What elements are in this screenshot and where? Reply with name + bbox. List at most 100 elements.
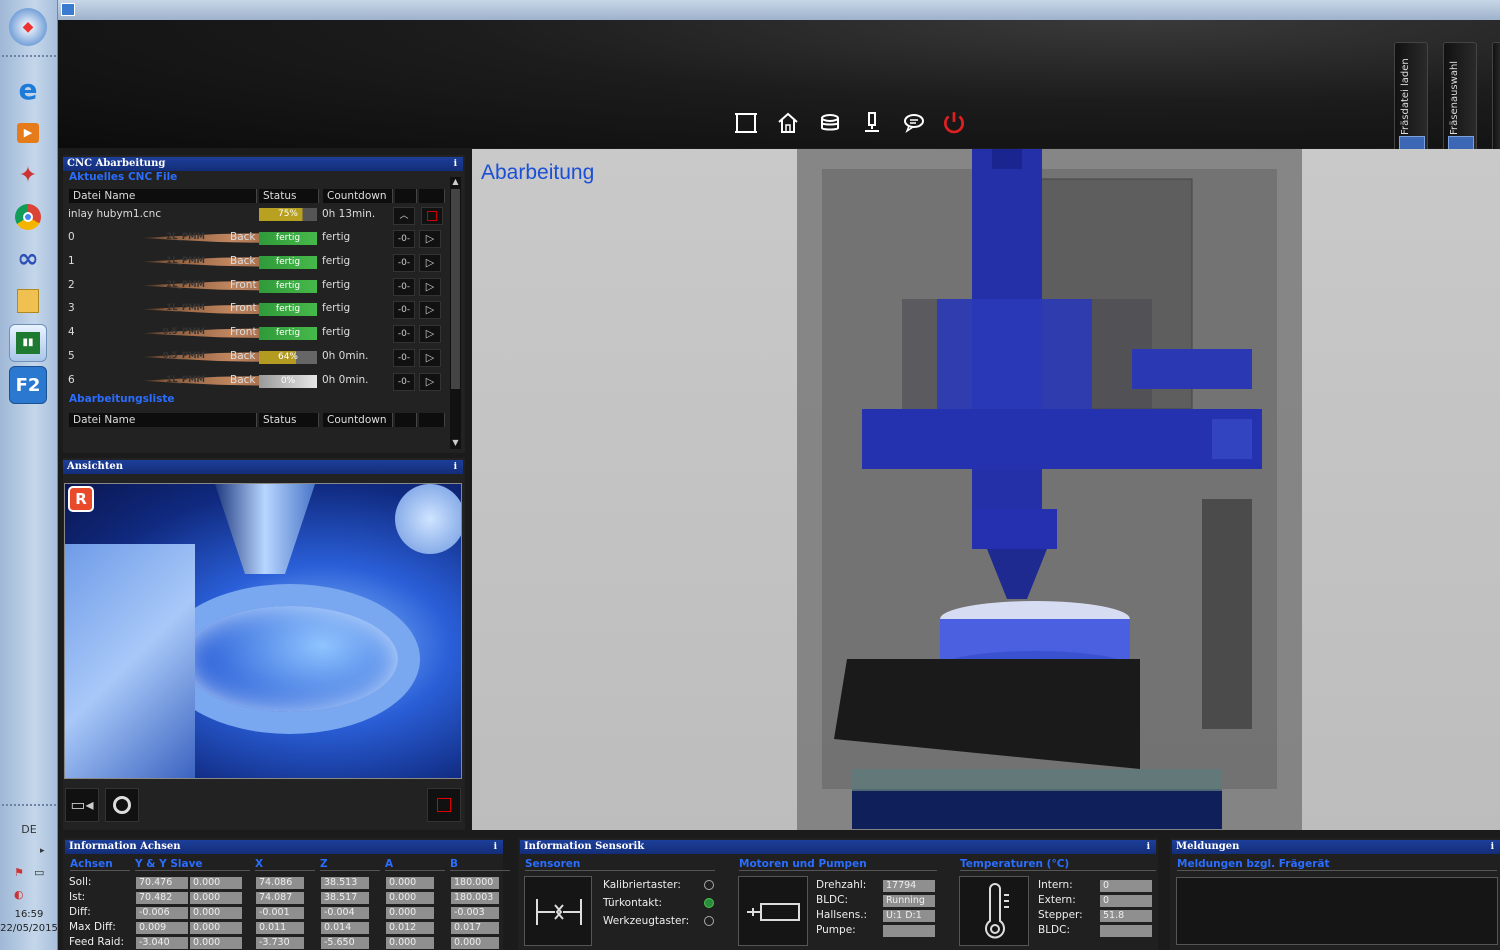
row-play-button[interactable]: ▷ — [419, 349, 441, 367]
temp-value: 0 — [1100, 895, 1152, 907]
tool-name: 1L_PMM — [166, 303, 205, 314]
col-status[interactable]: Status — [259, 189, 319, 203]
sensor-info-icon[interactable]: i — [1147, 840, 1150, 854]
messages-info-icon[interactable]: i — [1491, 840, 1494, 854]
col-countdown[interactable]: Countdown — [323, 189, 393, 203]
load-mill-file-label: Fräsdatei laden — [1400, 58, 1411, 135]
row-index: 4 — [68, 326, 75, 339]
stack-icon[interactable] — [815, 108, 845, 138]
collapse-button[interactable]: ︿ — [393, 207, 415, 225]
cutter-selection-tab[interactable]: Fräsenauswahl — [1443, 42, 1477, 166]
stop-file-button[interactable] — [421, 207, 443, 225]
temp-value: 0 — [1100, 880, 1152, 892]
row-side: Back — [230, 231, 256, 243]
sensor-panel-header: Information Sensorik i — [520, 840, 1156, 854]
media-player-icon[interactable]: ▶ — [9, 114, 47, 152]
f2-app-icon[interactable]: F2 — [9, 366, 47, 404]
current-file-name: inlay hubym1.cnc — [68, 208, 162, 220]
tool-name: 2L_PMM — [166, 279, 205, 290]
row-play-button[interactable]: ▷ — [419, 230, 441, 248]
language-indicator[interactable]: DE — [0, 823, 58, 836]
row-settings-button[interactable]: -0- — [393, 230, 415, 248]
temp-label: BLDC: — [1038, 924, 1071, 936]
volume-tray-icon[interactable]: ◐ — [14, 888, 24, 901]
current-cnc-file-label: Aktuelles CNC File — [69, 171, 178, 183]
row-index: 3 — [68, 302, 75, 315]
taskbar-divider — [2, 55, 56, 61]
tray-expand-icon[interactable]: ▸ — [40, 846, 45, 856]
axis-value: 0.000 — [190, 877, 242, 889]
probe-icon[interactable] — [857, 108, 887, 138]
power-icon[interactable] — [939, 108, 969, 138]
extra-side-tab[interactable] — [1492, 42, 1500, 166]
satellite-app-icon[interactable]: ✦ — [9, 156, 47, 194]
sensors-label: Sensoren — [525, 858, 715, 871]
row-settings-button[interactable]: -0- — [393, 349, 415, 367]
cnc-panel-header: CNC Abarbeitung i — [63, 157, 463, 171]
axis-value: 0.017 — [451, 922, 499, 934]
row-status: fertig — [259, 303, 317, 317]
tool-name: 1L_PMM — [166, 255, 205, 266]
load-mill-file-tab[interactable]: Fräsdatei laden — [1394, 42, 1428, 166]
row-index: 6 — [68, 373, 75, 386]
home-icon[interactable] — [773, 108, 803, 138]
temp-label: Stepper: — [1038, 909, 1083, 921]
axis-value: 0.014 — [321, 922, 369, 934]
row-play-button[interactable]: ▷ — [419, 325, 441, 344]
cnc-scrollbar[interactable]: ▲ ▼ — [450, 177, 461, 449]
axis-header: Z — [320, 858, 380, 871]
axis-value: 38.517 — [321, 892, 369, 904]
camera-view[interactable]: R — [64, 483, 462, 779]
scroll-down-icon[interactable]: ▼ — [450, 438, 461, 447]
axes-info-icon[interactable]: i — [494, 840, 497, 854]
axis-value: 0.000 — [386, 907, 434, 919]
row-settings-button[interactable]: -0- — [393, 277, 415, 296]
clock-date[interactable]: 22/05/2015 — [0, 922, 58, 936]
tool-name: 0.5_PMM — [162, 351, 205, 361]
row-play-button[interactable]: ▷ — [419, 301, 441, 320]
scroll-up-icon[interactable]: ▲ — [450, 177, 461, 186]
messages-box[interactable] — [1176, 877, 1498, 945]
main-3d-view[interactable]: Abarbeitung — [472, 149, 1500, 830]
col-file-name[interactable]: Datei Name — [69, 189, 257, 203]
queue-col-file-name[interactable]: Datei Name — [69, 413, 257, 427]
row-play-button[interactable]: ▷ — [419, 372, 441, 391]
axes-panel-header: Information Achsen i — [65, 840, 503, 854]
axis-value: 180.003 — [451, 892, 499, 904]
display-tray-icon[interactable]: ▭ — [34, 866, 44, 879]
stop-recording-button[interactable] — [427, 788, 461, 822]
sensor-info-panel: Information Sensorik i Sensoren Kalibrier… — [518, 838, 1158, 950]
axis-row-label: Max Diff: — [69, 921, 116, 933]
queue-col-countdown[interactable]: Countdown — [323, 413, 393, 427]
infinity-app-icon[interactable]: ∞ — [9, 240, 47, 278]
cnc-panel-title: CNC Abarbeitung — [67, 158, 166, 169]
row-countdown: fertig — [322, 231, 351, 243]
row-status: fertig — [259, 279, 317, 293]
clock-time[interactable]: 16:59 — [0, 908, 58, 922]
row-play-button[interactable]: ▷ — [419, 277, 441, 296]
row-settings-button[interactable]: -0- — [393, 372, 415, 391]
internet-explorer-icon[interactable]: e — [9, 70, 47, 108]
network-tray-icon[interactable]: ⚑ — [14, 866, 24, 879]
info-icon[interactable]: i — [454, 157, 457, 171]
frame-icon[interactable] — [731, 108, 761, 138]
row-settings-button[interactable]: -0- — [393, 253, 415, 272]
row-status: 0% — [259, 374, 317, 388]
snapshot-button[interactable] — [105, 788, 139, 822]
door-contact-indicator — [704, 898, 714, 908]
row-settings-button[interactable]: -0- — [393, 325, 415, 344]
axis-value: 70.476 — [136, 877, 188, 889]
windows-start-icon[interactable]: ◆ — [9, 8, 47, 46]
processing-queue-label: Abarbeitungsliste — [69, 393, 175, 405]
chart-app-icon[interactable]: ▮▮ — [9, 324, 47, 362]
views-info-icon[interactable]: i — [454, 460, 457, 474]
row-settings-button[interactable]: -0- — [393, 301, 415, 320]
motor-label: Hallsens.: — [816, 909, 868, 921]
chat-icon[interactable] — [899, 108, 929, 138]
cnc-processing-panel: CNC Abarbeitung i Aktuelles CNC File ▲ ▼ … — [63, 155, 465, 453]
queue-col-status[interactable]: Status — [259, 413, 319, 427]
row-play-button[interactable]: ▷ — [419, 253, 441, 272]
chrome-icon[interactable] — [9, 198, 47, 236]
video-camera-button[interactable]: ▭◂ — [65, 788, 99, 822]
file-explorer-icon[interactable] — [9, 282, 47, 320]
